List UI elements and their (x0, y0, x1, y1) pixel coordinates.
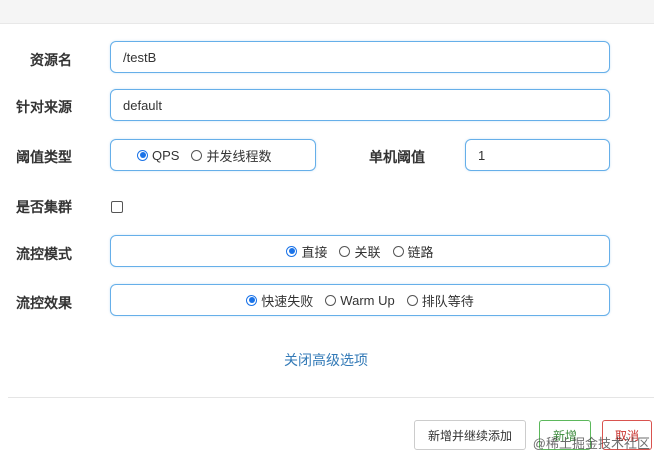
flow-effect-fast-fail-label: 快速失败 (261, 293, 314, 309)
radio-checked-icon[interactable] (286, 245, 298, 257)
threshold-type-group: QPS 并发线程数 (110, 139, 316, 171)
flow-mode-direct-label: 直接 (301, 244, 328, 260)
threshold-type-thread-option[interactable]: 并发线程数 (191, 146, 271, 165)
flow-mode-relate-option[interactable]: 关联 (339, 242, 381, 261)
flow-mode-direct-option[interactable]: 直接 (286, 242, 327, 261)
radio-unchecked-icon[interactable] (406, 294, 418, 306)
radio-unchecked-icon[interactable] (392, 245, 404, 257)
cluster-label: 是否集群 (16, 199, 72, 215)
flow-effect-warm-up-label: Warm Up (340, 292, 395, 308)
flow-mode-label: 流控模式 (16, 246, 72, 262)
flow-mode-relate-label: 关联 (354, 244, 381, 260)
flow-mode-chain-label: 链路 (407, 244, 434, 260)
threshold-input[interactable] (465, 139, 610, 171)
threshold-type-qps-option[interactable]: QPS (137, 148, 179, 163)
flow-mode-chain-option[interactable]: 链路 (392, 242, 434, 261)
watermark-text: @稀土掘金技术社区 (532, 436, 650, 451)
advanced-options-toggle-link[interactable]: 关闭高级选项 (284, 350, 368, 370)
radio-checked-icon[interactable] (246, 294, 258, 306)
radio-unchecked-icon[interactable] (339, 245, 351, 257)
flow-effect-group: 快速失败 Warm Up 排队等待 (110, 284, 610, 316)
footer-divider (8, 397, 654, 398)
modal-header-bar (0, 0, 654, 24)
add-and-continue-button[interactable]: 新增并继续添加 (414, 420, 526, 450)
radio-unchecked-icon[interactable] (191, 149, 203, 161)
radio-checked-icon[interactable] (137, 149, 148, 161)
cluster-checkbox[interactable] (111, 201, 123, 213)
flow-effect-queue-option[interactable]: 排队等待 (406, 291, 474, 310)
flow-mode-group: 直接 关联 链路 (110, 235, 610, 267)
radio-unchecked-icon[interactable] (325, 294, 337, 306)
threshold-type-thread-label: 并发线程数 (206, 148, 272, 164)
flow-effect-label: 流控效果 (16, 295, 72, 311)
threshold-type-qps-label: QPS (152, 147, 180, 163)
resource-name-label: 资源名 (30, 52, 72, 68)
threshold-type-label: 阈值类型 (16, 149, 72, 165)
flow-effect-warm-up-option[interactable]: Warm Up (325, 292, 395, 308)
flow-effect-fast-fail-option[interactable]: 快速失败 (246, 291, 313, 310)
threshold-label: 单机阈值 (369, 149, 425, 165)
resource-name-input[interactable] (110, 41, 610, 73)
limit-app-label: 针对来源 (16, 99, 72, 115)
flow-effect-queue-label: 排队等待 (421, 293, 474, 309)
limit-app-input[interactable] (110, 89, 610, 121)
